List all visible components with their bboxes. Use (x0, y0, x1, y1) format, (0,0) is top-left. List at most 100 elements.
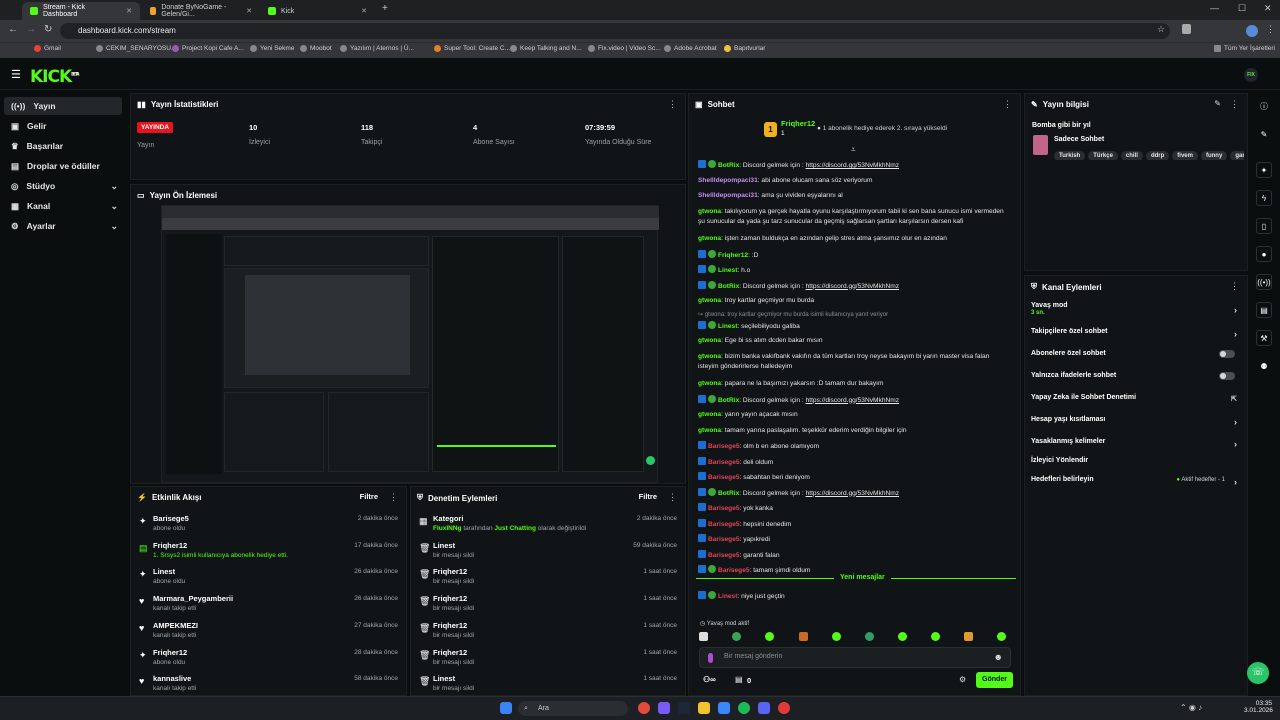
all-bookmarks[interactable]: Tüm Yer İşaretleri (1214, 45, 1275, 52)
close-window-icon[interactable]: ✕ (1264, 3, 1272, 14)
chat-message[interactable]: gtwona: troy kartlar geçmiyor mu burda (698, 296, 1008, 306)
action-followers-only[interactable]: Takipçilere özel sohbet › (1031, 328, 1239, 346)
edit-icon[interactable]: ✎ (1256, 126, 1272, 142)
chat-icon[interactable]: ● (1256, 246, 1272, 262)
feed-item[interactable]: 🗑 Friqher12 bir mesajı sildi 1 saat önce (411, 591, 685, 617)
feed-item[interactable]: ✦ Barisege5 abone oldu 2 dakika önce (131, 511, 406, 537)
close-icon[interactable]: ✕ (246, 7, 252, 15)
chat-message[interactable]: Barisege5: olm b en abone olamıyom (698, 441, 1008, 452)
back-icon[interactable]: ← (8, 24, 18, 35)
chat-message[interactable]: Barisege5: garanti falan (698, 549, 1008, 561)
chat-message[interactable]: Barisege5: yapıkredi (698, 534, 1008, 545)
bookmark-item[interactable]: Keep Talking and N... (510, 45, 582, 52)
action-banned-words[interactable]: Yasaklanmış kelimeler › (1031, 438, 1239, 456)
taskbar-clock[interactable]: 03:35 3.01.2026 (1244, 700, 1273, 714)
bookmark-item[interactable]: Moobot (300, 45, 332, 52)
feed-item[interactable]: ▦ Kategori FluxINNg tarafından Just Chatti… (411, 511, 685, 537)
send-button[interactable]: Gönder (976, 672, 1013, 688)
new-tab-icon[interactable]: + (382, 3, 388, 14)
emote-only-toggle[interactable] (1219, 372, 1235, 380)
minimize-icon[interactable]: — (1210, 3, 1219, 13)
feed-item[interactable]: 🗑 Linest bir mesajı sildi 59 dakika önce (411, 538, 685, 564)
sidebar-item-kanal[interactable]: ▦ Kanal ⌄ (4, 197, 122, 215)
tag[interactable]: ddrp (1145, 151, 1170, 160)
note-icon[interactable]: ▯ (1256, 218, 1272, 234)
more-options-icon[interactable]: ⋮ (389, 492, 398, 503)
steam-icon[interactable] (678, 702, 690, 714)
tag[interactable]: funny (1200, 151, 1228, 160)
filter-button[interactable]: Filtre (360, 492, 378, 501)
chat-message[interactable]: gtwona: tamam yarına paslaşalım. teşekkü… (698, 426, 1008, 436)
profile-avatar[interactable] (1246, 25, 1258, 37)
url-input[interactable]: dashboard.kick.com/stream (60, 23, 1170, 39)
tag[interactable]: chill (1120, 151, 1143, 160)
support-chat-icon[interactable]: ☏ (1247, 662, 1269, 684)
taskbar-search[interactable]: ⌕ Ara (518, 701, 628, 716)
bookmark-item[interactable]: Gmail (34, 45, 61, 52)
user-avatar[interactable]: FIX (1244, 68, 1258, 82)
forward-icon[interactable]: → (26, 24, 36, 35)
tag[interactable]: gar (1230, 151, 1244, 160)
emote-icon[interactable] (865, 632, 874, 641)
tray-icons[interactable]: ⌃ ◉ ♪ (1180, 703, 1202, 712)
feed-item[interactable]: 🗑 Linest bir mesajı sildi 1 saat önce (411, 671, 685, 697)
feed-item[interactable]: 🗑 Friqher12 bir mesajı sildi 1 saat önce (411, 645, 685, 671)
chat-message[interactable]: Linest: h.o (698, 265, 1008, 276)
sidebar-item-yayin[interactable]: ((•)) Yayın (4, 97, 122, 115)
info-icon[interactable]: ⓘ (1256, 98, 1272, 114)
browser-menu-icon[interactable]: ⋮ (1266, 24, 1275, 35)
hamburger-menu-icon[interactable]: ☰ (11, 68, 21, 81)
chat-message[interactable]: gtwona: papara ne la başımızı yakarsın :… (698, 379, 1008, 389)
emote-icon[interactable] (964, 632, 973, 641)
broadcast-icon[interactable]: ((•)) (1256, 274, 1272, 290)
emote-icon[interactable] (898, 632, 907, 641)
target-icon[interactable]: ✦ (1256, 162, 1272, 178)
browser-tab[interactable]: Donate ByNoGame - Gelen/Gi... ✕ (142, 2, 260, 20)
feed-item[interactable]: 🗑 Friqher12 bir mesajı sildi 1 saat önce (411, 618, 685, 644)
feed-item[interactable]: ♥ Marmara_Peygamberii kanalı takip etti 26 … (131, 591, 406, 617)
spotify-icon[interactable] (738, 702, 750, 714)
chat-message[interactable]: BotRix: Discord gelmek için : https://di… (698, 280, 1008, 292)
feed-item[interactable]: 🗑 Friqher12 bir mesajı sildi 1 saat önce (411, 564, 685, 590)
chat-message[interactable]: BotRix: Discord gelmek için : https://di… (698, 394, 1008, 406)
tag[interactable]: fivem (1172, 151, 1198, 160)
emote-icon[interactable] (997, 632, 1006, 641)
emoji-icon[interactable]: ☻ (994, 652, 1003, 662)
sidebar-item-basarilar[interactable]: ♛ Başarılar (4, 137, 122, 155)
discord-icon[interactable] (758, 702, 770, 714)
stream-preview-video[interactable] (161, 205, 659, 483)
feed-item[interactable]: ✦ Linest abone oldu 26 dakika önce (131, 564, 406, 590)
close-icon[interactable]: ✕ (361, 7, 367, 15)
bookmark-item[interactable]: Project Kopi Cafe A... (172, 45, 244, 52)
bookmark-star-icon[interactable]: ☆ (1157, 24, 1165, 35)
sidebar-item-droplar[interactable]: ▤ Droplar ve ödüller (4, 157, 122, 175)
more-options-icon[interactable]: ⋮ (1230, 99, 1239, 110)
more-options-icon[interactable]: ⋮ (1003, 99, 1012, 110)
action-account-age[interactable]: Hesap yaşı kısıtlaması › (1031, 416, 1239, 434)
obs-icon[interactable] (778, 702, 790, 714)
wrench-icon[interactable]: ⚒ (1256, 330, 1272, 346)
emote-icon[interactable] (765, 632, 774, 641)
maximize-icon[interactable]: ☐ (1238, 3, 1246, 14)
more-options-icon[interactable]: ⋮ (1230, 281, 1239, 292)
chat-message[interactable]: gtwona: bizim banka vakıfbank vakıfın da… (698, 352, 1008, 372)
close-icon[interactable]: ✕ (126, 7, 132, 15)
action-slow-mode[interactable]: Yavaş mod 3 sn. › (1031, 302, 1239, 320)
emote-icon[interactable] (732, 632, 741, 641)
bookmark-item[interactable]: Bapıtvurlar (724, 45, 765, 52)
feed-item[interactable]: ✦ Friqher12 abone oldu 28 dakika önce (131, 645, 406, 671)
feed-item[interactable]: ♥ AMPEKMEZI kanalı takip etti 27 dakika önc… (131, 618, 406, 644)
app-icon[interactable] (658, 702, 670, 714)
folder-icon[interactable] (698, 702, 710, 714)
bookmark-item[interactable]: Yazılım | Aternos | Ü... (340, 45, 414, 52)
bookmark-item[interactable]: Super Tool: Create C... (434, 45, 510, 52)
bookmark-item[interactable]: Fix.video | Video Sc... (588, 45, 661, 52)
chat-message[interactable]: gtwona: yarın yayın açacak mısın (698, 410, 1008, 420)
chat-message[interactable]: Linest: seçilebiliyodu galiba (698, 320, 1008, 332)
action-raid[interactable]: İzleyici Yönlendir (1031, 457, 1239, 475)
subs-only-toggle[interactable] (1219, 350, 1235, 358)
tag[interactable]: Türkçe (1088, 151, 1118, 160)
gifter-name[interactable]: Friqher12 (781, 119, 815, 128)
chat-message[interactable]: Barisege5: sabahtan beri deniyom (698, 472, 1008, 483)
reload-icon[interactable]: ↻ (44, 24, 52, 35)
